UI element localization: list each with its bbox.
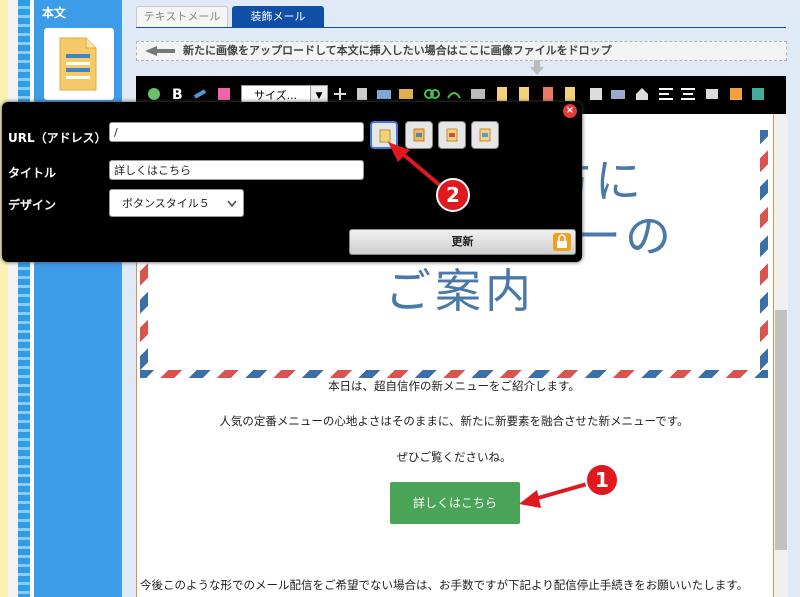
design-label: デザイン	[8, 198, 57, 212]
grid-icon[interactable]	[750, 86, 766, 102]
link-icon[interactable]	[424, 86, 440, 102]
bold-button[interactable]: B	[172, 87, 183, 103]
annotation-badge-1: 1	[585, 463, 619, 497]
left-stripe-gray	[8, 0, 18, 597]
image-icon[interactable]	[398, 86, 414, 102]
image-drop-zone[interactable]: 新たに画像をアップロードして本文に挿入したい場合はここに画像ファイルをドロップ	[136, 41, 787, 61]
paste-icon[interactable]	[354, 86, 370, 102]
close-icon[interactable]: ×	[563, 104, 577, 118]
color-icon[interactable]	[216, 86, 232, 102]
banner-heading-line2: ーの	[575, 209, 675, 263]
drop-zone-text: 新たに画像をアップロードして本文に挿入したい場合はここに画像ファイルをドロップ	[183, 44, 612, 57]
doc-icon-3[interactable]	[540, 86, 556, 102]
lock-icon	[553, 233, 571, 251]
banner-heading-line3: ご案内	[385, 264, 535, 318]
left-stripe-blue	[18, 0, 30, 597]
align-left-icon[interactable]	[658, 86, 674, 102]
left-stripe-yellow	[0, 0, 8, 597]
home-icon[interactable]	[634, 86, 650, 102]
title-label: タイトル	[8, 166, 57, 180]
clear-format-icon[interactable]	[146, 86, 162, 102]
unsubscribe-notice: 今後このような形でのメール配信をご希望でない場合は、お手数ですが下記より配信停止…	[140, 578, 749, 592]
envelope-border-right	[760, 130, 768, 378]
edit-icon[interactable]	[588, 86, 604, 102]
insert-icon[interactable]	[332, 86, 348, 102]
tab-deco-mail[interactable]: 装飾メール	[232, 6, 324, 28]
update-button[interactable]: 更新	[349, 229, 576, 255]
design-select-value: ボタンスタイル５	[122, 197, 210, 210]
mail-open-icon[interactable]	[610, 86, 626, 102]
title-input[interactable]: 詳しくはこちら	[109, 160, 364, 180]
unlink-icon[interactable]	[446, 86, 462, 102]
calendar-icon[interactable]	[728, 86, 744, 102]
drop-arrow-icon	[530, 60, 544, 75]
pen-icon[interactable]	[192, 86, 208, 102]
envelope-border-bottom	[140, 370, 768, 378]
details-button[interactable]: 詳しくはこちら	[390, 482, 520, 524]
table-icon[interactable]	[470, 86, 486, 102]
chevron-down-icon	[227, 200, 237, 208]
doc-icon-4[interactable]	[562, 86, 578, 102]
tab-text-mail[interactable]: テキストメール	[136, 6, 228, 28]
sidebar-label: 本文	[42, 6, 67, 20]
tab-underline	[136, 27, 786, 28]
body-paragraph-1: 本日は、超自信作の新メニューをご紹介します。	[328, 379, 580, 393]
upload-arrow-icon	[145, 46, 175, 56]
browse-image-button[interactable]	[471, 121, 499, 149]
doc-icon-1[interactable]	[494, 86, 510, 102]
align-center-icon[interactable]	[680, 86, 696, 102]
body-paragraph-3: ぜひご覧くださいね。	[396, 450, 512, 464]
design-select[interactable]: ボタンスタイル５	[109, 189, 244, 217]
window-icon[interactable]	[704, 86, 720, 102]
annotation-arrow-1	[519, 482, 588, 508]
annotation-badge-2: 2	[436, 178, 470, 212]
update-button-label: 更新	[451, 235, 474, 248]
mail-icon[interactable]	[376, 86, 392, 102]
doc-icon-2[interactable]	[516, 86, 532, 102]
document-icon	[59, 37, 97, 91]
scrollbar-thumb[interactable]	[775, 310, 787, 550]
url-input[interactable]: /	[109, 122, 364, 142]
body-paragraph-2: 人気の定番メニューの心地よさはそのままに、新たに新要素を融合させた新メニューです…	[219, 414, 689, 428]
url-label: URL（アドレス）	[8, 131, 107, 145]
image-file-icon	[479, 128, 491, 142]
